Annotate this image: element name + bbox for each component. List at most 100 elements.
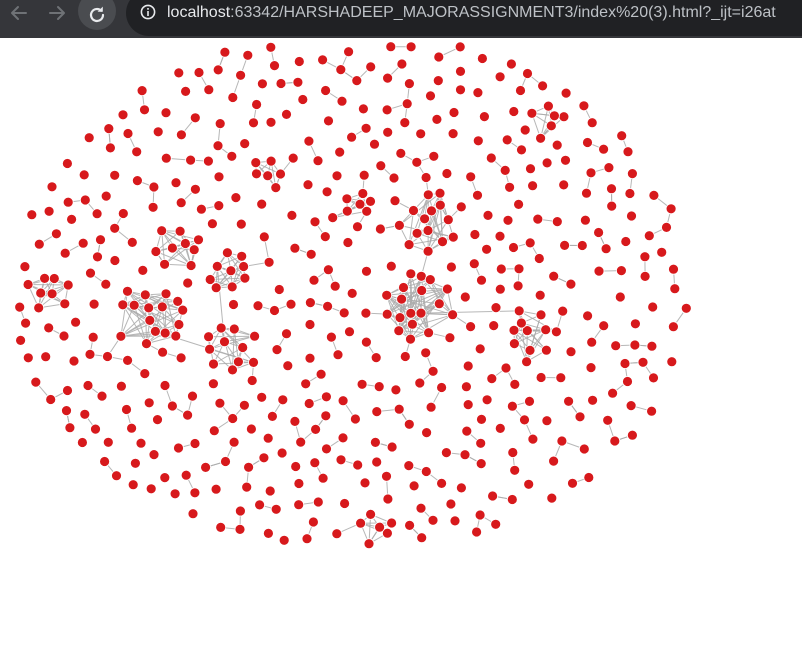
graph-node[interactable] <box>527 180 538 192</box>
graph-node[interactable] <box>43 322 55 334</box>
graph-node[interactable] <box>385 41 397 53</box>
graph-node[interactable] <box>526 107 538 119</box>
graph-node[interactable] <box>583 472 595 483</box>
graph-node[interactable] <box>126 422 138 434</box>
graph-node[interactable] <box>117 208 129 219</box>
graph-node[interactable] <box>243 461 255 473</box>
graph-node[interactable] <box>156 225 168 237</box>
graph-node[interactable] <box>337 395 349 407</box>
graph-node[interactable] <box>237 342 249 353</box>
graph-node[interactable] <box>148 449 160 461</box>
graph-node[interactable] <box>476 413 487 425</box>
graph-node[interactable] <box>338 307 350 319</box>
graph-node[interactable] <box>396 293 408 305</box>
graph-node[interactable] <box>426 205 437 217</box>
graph-node[interactable] <box>232 356 244 368</box>
graph-node[interactable] <box>225 265 237 277</box>
graph-node[interactable] <box>449 515 461 527</box>
graph-node[interactable] <box>271 344 283 356</box>
graph-node[interactable] <box>414 377 426 389</box>
graph-node[interactable] <box>508 242 519 253</box>
graph-node[interactable] <box>619 358 631 369</box>
graph-node[interactable] <box>170 330 182 342</box>
graph-node[interactable] <box>535 372 547 383</box>
graph-node[interactable] <box>537 80 548 92</box>
graph-node[interactable] <box>325 331 337 343</box>
graph-node[interactable] <box>87 331 99 343</box>
graph-node[interactable] <box>620 236 632 247</box>
graph-node[interactable] <box>204 274 216 285</box>
graph-node[interactable] <box>66 213 77 225</box>
graph-node[interactable] <box>254 499 266 511</box>
graph-node[interactable] <box>436 477 448 489</box>
graph-node[interactable] <box>26 209 38 221</box>
graph-node[interactable] <box>269 305 280 316</box>
graph-node[interactable] <box>567 477 578 489</box>
graph-node[interactable] <box>459 449 471 461</box>
graph-node[interactable] <box>202 155 214 167</box>
graph-node[interactable] <box>646 340 658 352</box>
graph-node[interactable] <box>238 399 250 411</box>
graph-node[interactable] <box>543 100 554 112</box>
graph-node[interactable] <box>91 208 103 220</box>
graph-node[interactable] <box>344 326 355 338</box>
graph-node[interactable] <box>468 258 480 270</box>
graph-node[interactable] <box>33 238 45 250</box>
graph-node[interactable] <box>214 397 226 409</box>
graph-node[interactable] <box>331 528 343 540</box>
graph-node[interactable] <box>263 256 275 268</box>
graph-node[interactable] <box>565 346 577 358</box>
graph-node[interactable] <box>336 95 348 107</box>
graph-node[interactable] <box>19 261 31 273</box>
graph-node[interactable] <box>522 68 533 79</box>
graph-node[interactable] <box>352 221 363 233</box>
graph-node[interactable] <box>411 227 423 239</box>
graph-node[interactable] <box>393 219 405 231</box>
graph-node[interactable] <box>499 164 511 176</box>
graph-node[interactable] <box>422 225 434 236</box>
graph-node[interactable] <box>551 216 563 228</box>
graph-node[interactable] <box>478 111 490 122</box>
graph-node[interactable] <box>204 343 216 355</box>
graph-node[interactable] <box>371 406 383 418</box>
graph-node[interactable] <box>494 422 506 434</box>
graph-node[interactable] <box>169 488 181 500</box>
graph-node[interactable] <box>251 99 263 110</box>
graph-node[interactable] <box>305 248 317 260</box>
graph-node[interactable] <box>262 170 274 182</box>
graph-node[interactable] <box>251 168 262 180</box>
graph-node[interactable] <box>127 479 139 491</box>
graph-node[interactable] <box>398 282 409 293</box>
graph-node[interactable] <box>512 280 524 292</box>
graph-node[interactable] <box>507 447 519 458</box>
graph-node[interactable] <box>320 391 332 403</box>
graph-node[interactable] <box>99 456 110 467</box>
graph-node[interactable] <box>476 274 487 286</box>
graph-node[interactable] <box>289 242 301 254</box>
graph-node[interactable] <box>335 454 347 466</box>
graph-node[interactable] <box>627 429 638 441</box>
graph-node[interactable] <box>250 157 262 168</box>
graph-node[interactable] <box>282 360 294 372</box>
graph-node[interactable] <box>399 117 411 128</box>
graph-node[interactable] <box>578 100 590 112</box>
graph-node[interactable] <box>525 163 536 175</box>
graph-node[interactable] <box>188 244 200 256</box>
graph-node[interactable] <box>647 301 659 313</box>
graph-node[interactable] <box>226 150 238 162</box>
graph-node[interactable] <box>22 352 34 364</box>
graph-node[interactable] <box>322 264 334 276</box>
graph-node[interactable] <box>406 318 418 330</box>
graph-node[interactable] <box>307 516 319 528</box>
graph-node[interactable] <box>332 349 344 361</box>
graph-node[interactable] <box>370 352 382 364</box>
graph-node[interactable] <box>428 150 440 162</box>
graph-node[interactable] <box>668 263 679 275</box>
graph-node[interactable] <box>220 456 231 467</box>
graph-node[interactable] <box>285 298 297 310</box>
graph-node[interactable] <box>416 285 428 296</box>
graph-node[interactable] <box>213 171 225 183</box>
graph-node[interactable] <box>521 356 532 368</box>
graph-node[interactable] <box>643 230 655 242</box>
graph-node[interactable] <box>349 413 361 425</box>
